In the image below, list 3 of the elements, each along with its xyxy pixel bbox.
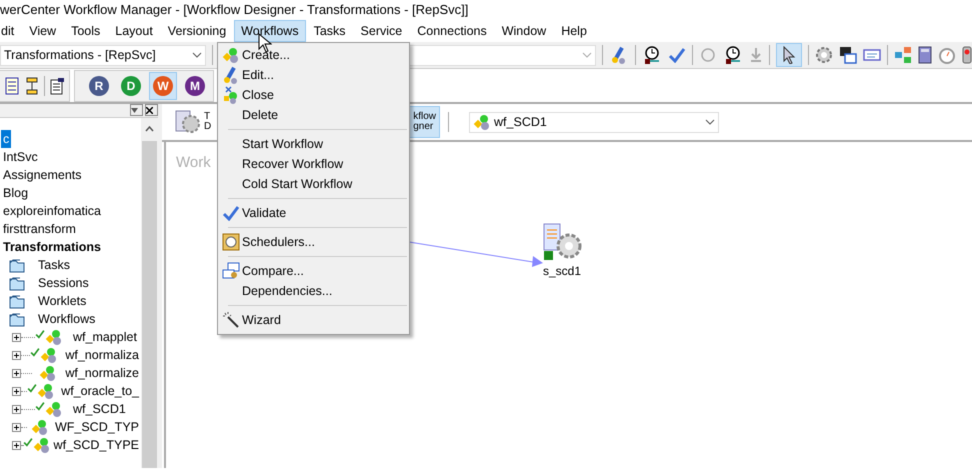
node-label: s_scd1 [542,263,582,280]
window-title: werCenter Workflow Manager - [Workflow Designer - Transformations - [RepSvc]] [0,1,470,19]
canvas-label: Work [176,153,211,173]
